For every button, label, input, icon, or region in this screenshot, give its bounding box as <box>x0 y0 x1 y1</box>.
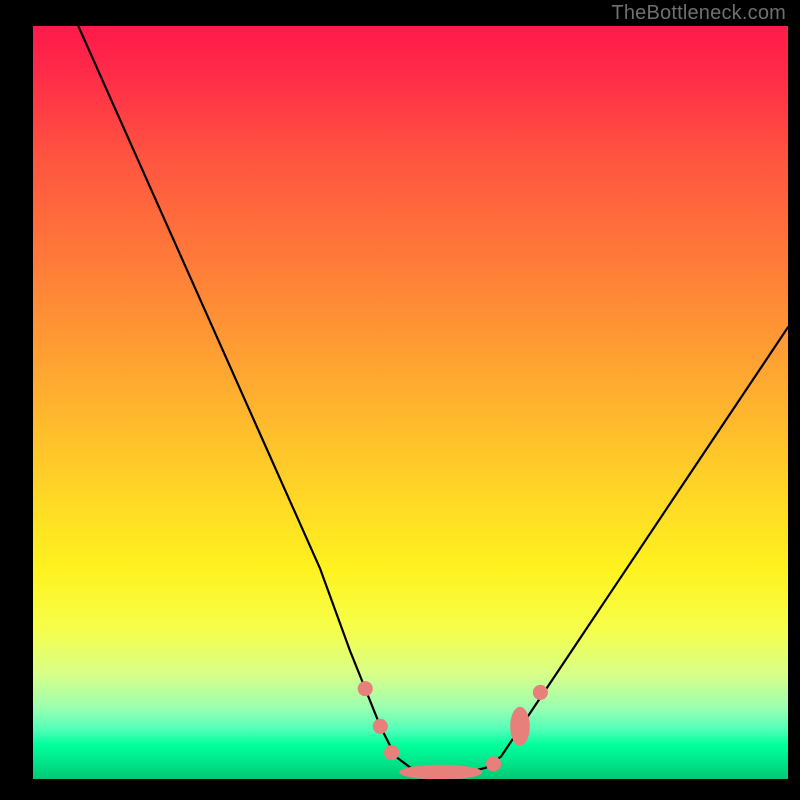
marker-dot <box>358 681 373 696</box>
plot-area <box>33 26 788 779</box>
marker-dot <box>486 756 501 771</box>
marker-dot <box>373 719 388 734</box>
marker-pill <box>510 707 530 746</box>
marker-dot <box>384 745 399 760</box>
gradient-background <box>33 26 788 779</box>
watermark-text: TheBottleneck.com <box>611 2 786 25</box>
chart-frame: TheBottleneck.com <box>0 0 800 800</box>
marker-dot <box>533 685 548 700</box>
plot-svg <box>33 26 788 779</box>
